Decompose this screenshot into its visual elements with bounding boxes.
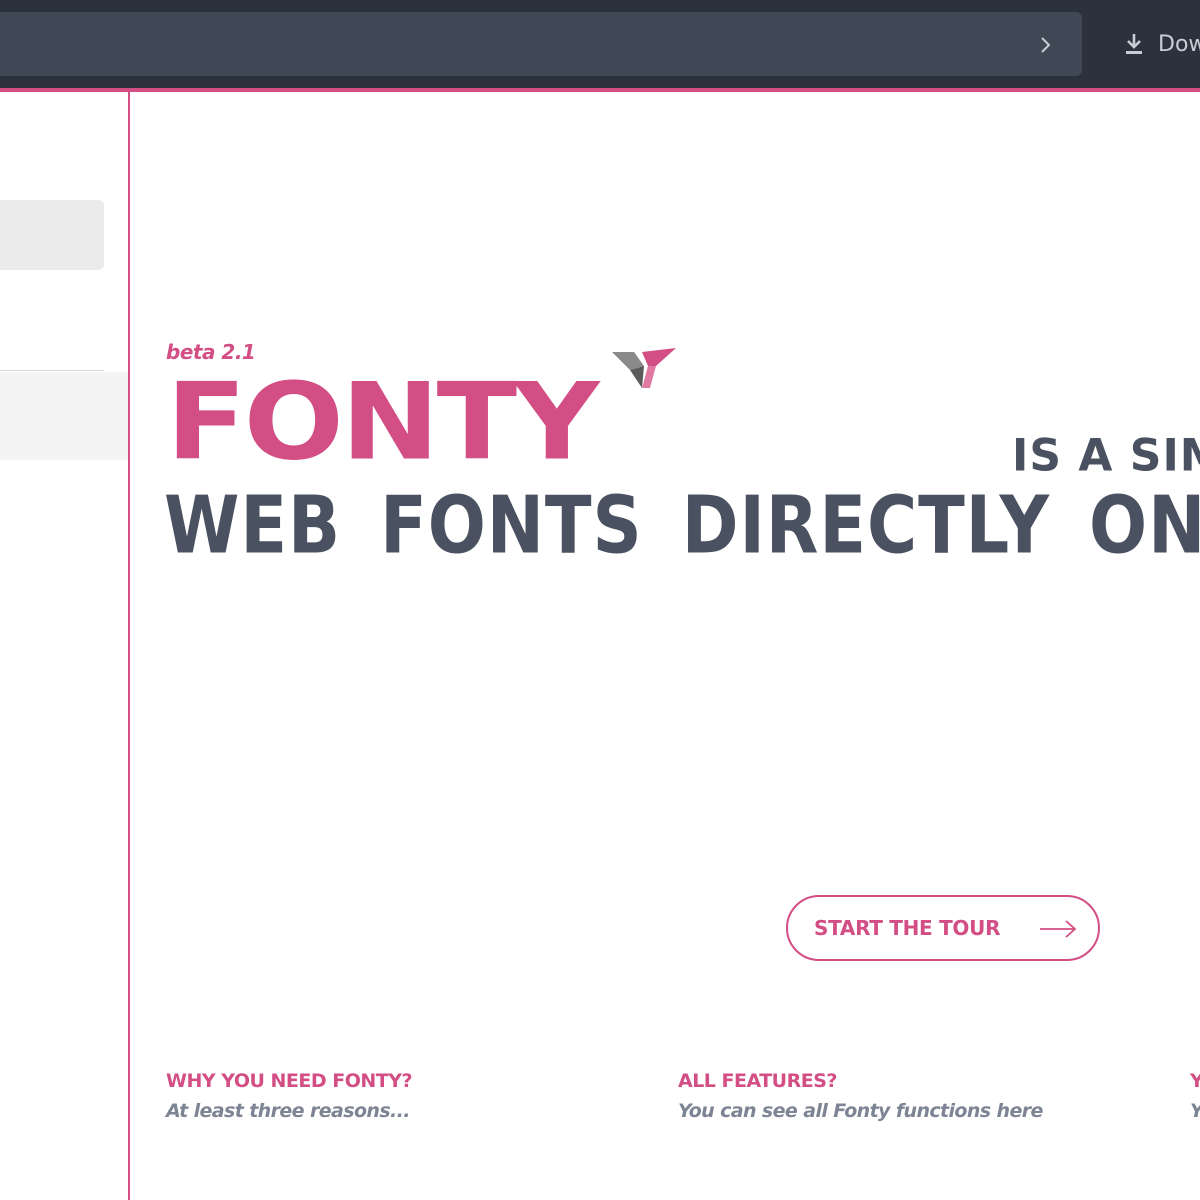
- feature-subtitle: You can see all Fonty functions here: [678, 1100, 1043, 1122]
- feature-third[interactable]: Y Y: [1190, 1070, 1200, 1122]
- download-label: Dow: [1158, 31, 1200, 57]
- chevron-right-icon[interactable]: [1034, 34, 1056, 56]
- feature-title: Y: [1190, 1070, 1200, 1092]
- browser-toolbar: Dow: [0, 0, 1200, 92]
- sidebar-search-field[interactable]: [0, 200, 104, 270]
- main-content: beta 2.1 FONTY IS A SIMP WEB FONTS DIREC…: [130, 92, 1200, 1200]
- address-bar[interactable]: [0, 12, 1082, 76]
- feature-subtitle: Y: [1190, 1100, 1200, 1122]
- tagline-line-2: WEB FONTS DIRECTLY ON: [164, 478, 1200, 572]
- fonty-logo: FONTY: [166, 359, 600, 484]
- sidebar: [0, 92, 130, 1200]
- feature-title: WHY YOU NEED FONTY?: [166, 1070, 413, 1092]
- feature-why-fonty[interactable]: WHY YOU NEED FONTY? At least three reaso…: [166, 1070, 413, 1122]
- feature-title: ALL FEATURES?: [678, 1070, 837, 1092]
- feature-subtitle: At least three reasons...: [166, 1100, 410, 1122]
- arrow-right-icon: [1040, 920, 1077, 938]
- fonty-logo-mark-icon: [612, 348, 676, 388]
- start-tour-button[interactable]: START THE TOUR: [786, 895, 1100, 961]
- feature-all-features[interactable]: ALL FEATURES? You can see all Fonty func…: [678, 1070, 1043, 1122]
- start-tour-label: START THE TOUR: [814, 916, 1001, 940]
- sidebar-divider: [0, 370, 104, 371]
- download-button[interactable]: Dow: [1124, 26, 1200, 62]
- sidebar-item-active[interactable]: [0, 372, 128, 460]
- tagline-line-1: IS A SIMP: [1012, 429, 1200, 482]
- download-icon: [1126, 34, 1142, 54]
